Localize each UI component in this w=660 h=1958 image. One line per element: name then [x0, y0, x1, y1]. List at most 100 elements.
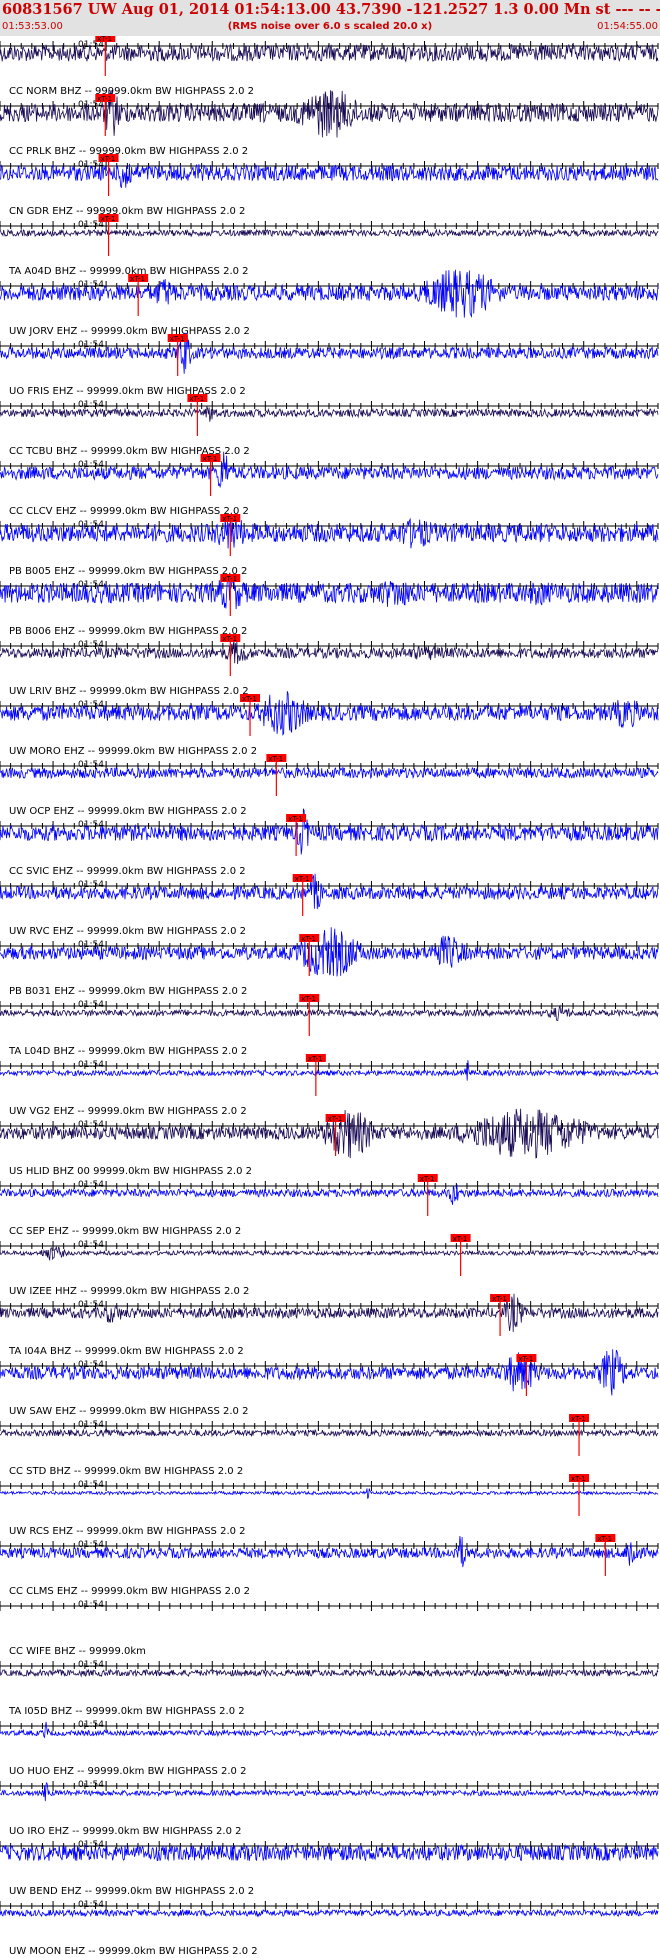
pick-label: xT-1 — [101, 215, 116, 223]
station-label: UW BEND EHZ -- 99999.0km BW HIGHPASS 2.0… — [9, 1886, 254, 1897]
tick-label: 01:54 — [78, 1480, 104, 1490]
trace-panel: 01:54 UO FRIS EHZ -- 99999.0km BW HIGHPAS… — [0, 332, 659, 397]
station-label: CC STD BHZ -- 99999.0km BW HIGHPASS 2.0 … — [9, 1466, 243, 1477]
trace-panel: 01:54 UW IZEE HHZ -- 99999.0km BW HIGHPAS… — [0, 1234, 659, 1297]
tick-label: 01:54 — [78, 1600, 104, 1610]
station-label: US HLID BHZ 00 99999.0km BW HIGHPASS 2.0… — [9, 1166, 252, 1177]
tick-label: 01:54 — [78, 340, 104, 350]
trace-panel: 01:54CC NORM BHZ -- 99999.0km BW HIGHPAS… — [0, 36, 659, 97]
station-label: CC SVIC EHZ -- 99999.0km BW HIGHPASS 2.0… — [9, 866, 246, 877]
station-label: UW MORO EHZ -- 99999.0km BW HIGHPASS 2.0… — [9, 746, 257, 757]
trace-panel: 01:54 TA L04D BHZ -- 99999.0km BW HIGHPAS… — [0, 994, 659, 1057]
pick-label: xT-1 — [97, 36, 112, 43]
trace-panel: 01:54 CC SEP EHZ -- 99999.0km BW HIGHPASS… — [0, 1174, 659, 1237]
tick-label: 01:54 — [78, 1900, 104, 1910]
waveform — [0, 332, 659, 374]
waveform — [0, 228, 659, 238]
pick-label: xT-1 — [308, 1055, 323, 1063]
trace-panel: 01:54TA A04D BHZ -- 99999.0km BW HIGHPAS… — [0, 214, 659, 277]
waveform — [0, 691, 659, 736]
trace-panel: 01:54 CC CLCV EHZ -- 99999.0km BW HIGHPAS… — [0, 451, 659, 517]
tick-label: 01:54 — [78, 1180, 104, 1190]
trace-panel: 01:54UW SAW EHZ -- 99999.0km BW HIGHPASS… — [0, 1349, 659, 1417]
station-label: UW OCP EHZ -- 99999.0km BW HIGHPASS 2.0 … — [9, 806, 247, 817]
pick-label: xT-1 — [571, 1415, 586, 1423]
pick-label: xT-1 — [268, 755, 283, 763]
trace-panel: 01:54 UW VG2 EHZ -- 99999.0km BW HIGHPASS… — [0, 1054, 659, 1117]
station-label: UW MOON EHZ -- 99999.0km BW HIGHPASS 2.0… — [9, 1946, 258, 1957]
trace-panel: 01:54 CC WIFE BHZ -- 99999.0km — [0, 1600, 659, 1657]
station-label: CC SEP EHZ -- 99999.0km BW HIGHPASS 2.0 … — [9, 1226, 241, 1237]
pick-label: xT-1 — [170, 335, 185, 343]
station-label: TA I04A BHZ -- 99999.0km BW HIGHPASS 2.0… — [8, 1346, 244, 1357]
pick-label: xT-1 — [222, 575, 237, 583]
waveform — [0, 1908, 659, 1918]
station-label: PB B006 EHZ -- 99999.0km BW HIGHPASS 2.0… — [9, 626, 247, 637]
station-label: UW LRIV BHZ -- 99999.0km BW HIGHPASS 2.0… — [9, 686, 249, 697]
pick-label: xT-1 — [222, 635, 237, 643]
station-label: UW RVC EHZ -- 99999.0km BW HIGHPASS 2.0 … — [9, 926, 246, 937]
station-label: CC NORM BHZ -- 99999.0km BW HIGHPASS 2.0… — [9, 86, 254, 97]
trace-panel: 01:54UW LRIV BHZ -- 99999.0km BW HIGHPAS… — [0, 634, 659, 697]
waveform — [0, 1428, 659, 1438]
station-label: UW SAW EHZ -- 99999.0km BW HIGHPASS 2.0 … — [9, 1406, 248, 1417]
pick-label: xT-1 — [203, 455, 218, 463]
pick-label: xT-1 — [130, 275, 145, 283]
trace-panel: 01:54 UW MOON EHZ -- 99999.0km BW HIGHPAS… — [0, 1900, 659, 1957]
seismogram-stack: 01:54 CC NORM BHZ -- 99999.0km BW HIGHPAS… — [0, 36, 659, 1957]
plot-header: 60831567 UW Aug 01, 2014 01:54:13.00 43.… — [0, 0, 660, 36]
subtitle-label: (RMS noise over 6.0 s scaled 20.0 x) — [227, 21, 433, 32]
pick-label: xT-1 — [97, 95, 112, 103]
station-label: CC CLMS EHZ -- 99999.0km BW HIGHPASS 2.0… — [9, 1586, 250, 1597]
trace-panel: 01:54 UO HUO EHZ -- 99999.0km BW HIGHPASS… — [0, 1720, 659, 1777]
trace-panel: 01:54 UO IRO EHZ -- 99999.0km BW HIGHPASS… — [0, 1780, 659, 1837]
trace-panel: 01:54PB B006 EHZ -- 99999.0km BW HIGHPAS… — [0, 574, 659, 637]
tick-label: 01:54 — [78, 1060, 104, 1070]
pick-label: xT-1 — [453, 1235, 468, 1243]
station-label: CC PRLK BHZ -- 99999.0km BW HIGHPASS 2.0… — [9, 146, 248, 157]
tick-label: 01:54 — [78, 1240, 104, 1250]
station-label: CC WIFE BHZ -- 99999.0km — [9, 1646, 146, 1657]
trace-panel: 01:54 TA I05D BHZ -- 99999.0km BW HIGHPAS… — [0, 1660, 659, 1717]
waveform — [0, 1668, 659, 1678]
tick-label: 01:54 — [78, 1420, 104, 1430]
pick-label: xT-1 — [295, 875, 310, 883]
pick-label: xT-1 — [301, 995, 316, 1003]
station-label: UW VG2 EHZ -- 99999.0km BW HIGHPASS 2.0 … — [9, 1106, 247, 1117]
end-time-label: 01:54:55.00 — [597, 21, 658, 32]
pick-label: xT-1 — [222, 515, 237, 523]
trace-panel: 01:54CC PRLK BHZ -- 99999.0km BW HIGHPAS… — [0, 89, 659, 157]
tick-label: 01:54 — [78, 1660, 104, 1670]
station-label: PB B031 EHZ -- 99999.0km BW HIGHPASS 2.0… — [9, 986, 247, 997]
pick-label: xT-1 — [242, 695, 257, 703]
pick-label: xT-1 — [328, 1115, 343, 1123]
station-label: UW JORV EHZ -- 99999.0km BW HIGHPASS 2.0… — [9, 326, 250, 337]
station-label: TA L04D BHZ -- 99999.0km BW HIGHPASS 2.0… — [8, 1046, 247, 1057]
station-label: CN GDR EHZ -- 99999.0km BW HIGHPASS 2.0 … — [9, 206, 245, 217]
pick-label: xT-1 — [101, 155, 116, 163]
station-label: TA I05D BHZ -- 99999.0km BW HIGHPASS 2.0… — [8, 1706, 245, 1717]
trace-panel: 01:54 UW RCS EHZ -- 99999.0km BW HIGHPASS… — [0, 1474, 659, 1537]
trace-panel: 01:54CC CLMS EHZ -- 99999.0km BW HIGHPAS… — [0, 1534, 659, 1597]
tick-label: 01:54 — [78, 1780, 104, 1790]
trace-panel: 01:54CC TCBU BHZ -- 99999.0km BW HIGHPAS… — [0, 394, 659, 457]
station-label: UO IRO EHZ -- 99999.0km BW HIGHPASS 2.0 … — [9, 1826, 242, 1837]
station-label: UW RCS EHZ -- 99999.0km BW HIGHPASS 2.0 … — [9, 1526, 246, 1537]
pick-label: xT-1 — [518, 1355, 533, 1363]
pick-label: xT-1 — [492, 1295, 507, 1303]
tick-label: 01:54 — [78, 1720, 104, 1730]
event-title: 60831567 UW Aug 01, 2014 01:54:13.00 43.… — [2, 1, 660, 18]
tick-label: 01:54 — [78, 1000, 104, 1010]
trace-panel: 01:54 PB B031 EHZ -- 99999.0km BW HIGHPAS… — [0, 927, 659, 997]
station-label: UO HUO EHZ -- 99999.0km BW HIGHPASS 2.0 … — [9, 1766, 246, 1777]
trace-panel: 01:54UW BEND EHZ -- 99999.0km BW HIGHPAS… — [0, 1840, 659, 1897]
station-label: UO FRIS EHZ -- 99999.0km BW HIGHPASS 2.0… — [9, 386, 246, 397]
station-label: CC CLCV EHZ -- 99999.0km BW HIGHPASS 2.0… — [9, 506, 249, 517]
trace-panel: 01:54CC SVIC EHZ -- 99999.0km BW HIGHPAS… — [0, 808, 659, 877]
tick-label: 01:54 — [78, 1300, 104, 1310]
pick-label: xT-1 — [288, 815, 303, 823]
tick-label: 01:54 — [78, 760, 104, 770]
pick-label: xT-1 — [420, 1175, 435, 1183]
pick-label: xT-1 — [571, 1475, 586, 1483]
tick-label: 01:54 — [78, 940, 104, 950]
